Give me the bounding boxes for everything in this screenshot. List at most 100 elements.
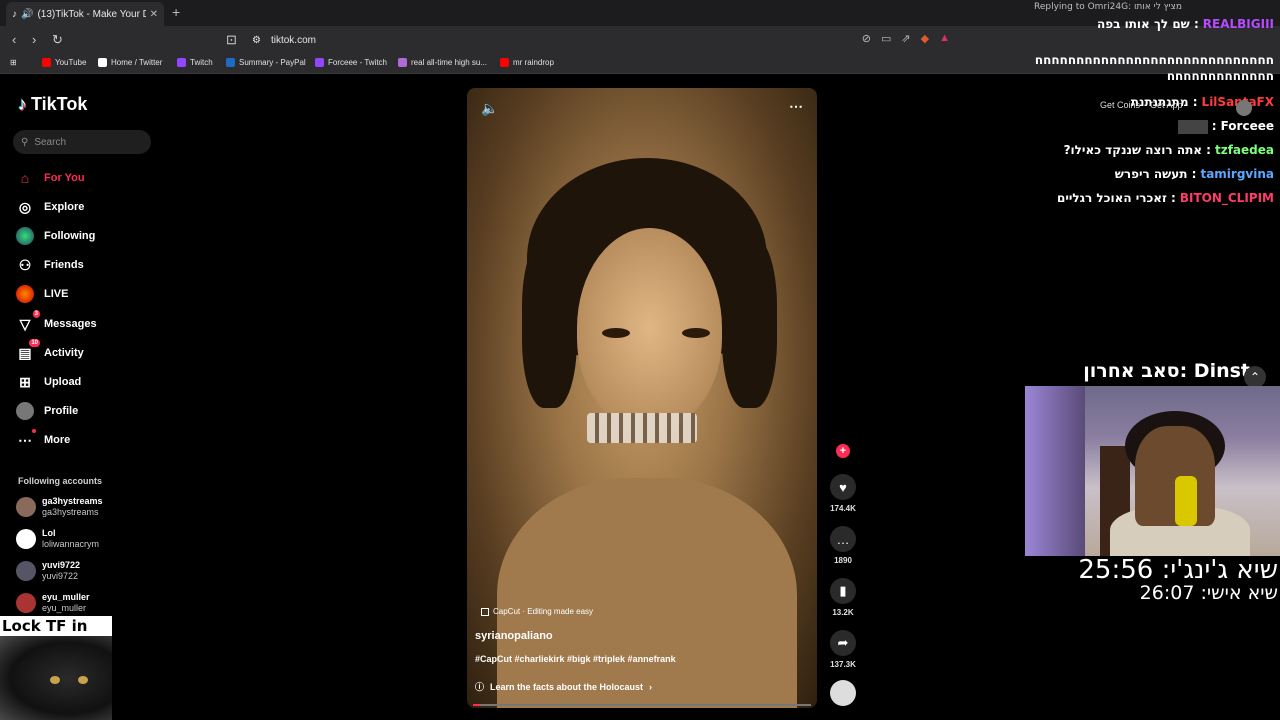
comment-count: 1890 [834,556,852,565]
apps-grid-icon[interactable]: ⊞ [10,58,17,67]
browser-tab[interactable]: ♪ 🔊 (13)TikTok - Make Your Day ✕ [6,2,164,26]
bookmark-icon[interactable]: ▮ [830,578,856,604]
search-input[interactable]: ⚲ Search [13,130,151,154]
account-handle: ga3hystreams [42,507,99,517]
chat-username: BITON_CLIPIM [1179,191,1274,205]
capcut-tag[interactable]: CapCut · Editing made easy [481,607,593,616]
bookmark-twitch[interactable]: Twitch [177,58,213,67]
account-name: yuvi9722 [42,560,81,570]
heart-icon[interactable]: ♥ [830,474,856,500]
volume-icon[interactable]: 🔈 [481,100,498,117]
site-info-icon[interactable]: ⚙ [252,35,261,46]
account-item[interactable]: Lol loliwannacrym [16,528,99,550]
like-action[interactable]: ♥ 174.4K [828,474,858,513]
cat-eye [50,676,60,684]
bookmark-icon[interactable]: ⊡ [226,32,237,48]
webcam-light [1025,386,1085,556]
chevron-right-icon: › [649,681,653,692]
chat-username: Forceee [1220,119,1274,133]
tiktok-top-actions: Get Coins Get App [1100,100,1183,110]
avatar [16,497,36,517]
nav-following[interactable]: Following [16,226,95,246]
video-figure-body [497,478,797,708]
bookmark-raindrop[interactable]: mr raindrop [500,58,554,67]
holocaust-info-link[interactable]: ⓘ Learn the facts about the Holocaust › [475,680,652,693]
account-handle: loliwannacrym [42,539,100,549]
comment-icon[interactable]: … [830,526,856,552]
nav-messages[interactable]: ▽ 3 Messages [16,310,97,334]
account-item[interactable]: eyu_muller eyu_muller [16,592,90,614]
account-handle: eyu_muller [42,603,87,613]
address-bar[interactable]: ⚙ tiktok.com [246,30,966,50]
music-disc[interactable] [828,680,858,706]
personal-timer: שיא אישי: 26:07 [1139,582,1278,604]
close-tab-icon[interactable]: ✕ [150,9,158,20]
account-item[interactable]: ga3hystreams ga3hystreams [16,496,103,518]
nav-explore[interactable]: ◎ Explore [16,197,84,217]
youtube-icon [42,58,51,67]
twitch-icon [177,58,186,67]
video-figure-mouth [587,413,697,443]
share-icon[interactable]: ⇗ [901,32,910,45]
info-icon: ⓘ [475,682,485,692]
x-icon [98,58,107,67]
account-item[interactable]: yuvi9722 yuvi9722 [16,560,80,582]
video-player[interactable]: 🔈 ⋯ CapCut · Editing made easy syrianopa… [467,88,817,708]
get-app-button[interactable]: Get App [1150,100,1183,110]
chat-text: חחחחחחחחחחחחחחחחחחחחחחחחחחחחחחחחחחחחחחחח… [1034,53,1274,83]
cast-icon[interactable]: ▭ [881,32,891,45]
chat-username: tamirgvina [1200,167,1274,181]
bookmark-youtube[interactable]: YouTube [42,58,86,67]
video-hashtags[interactable]: #CapCut #charliekirk #bigk #triplek #ann… [475,654,676,664]
emote-icon [1177,119,1208,134]
more-icon: ⋯ [16,429,36,449]
video-author[interactable]: syrianopaliano [475,630,553,642]
follow-button[interactable]: + [836,444,850,458]
nav-profile[interactable]: Profile [16,401,78,421]
reload-icon[interactable]: ↻ [52,32,63,48]
toolbar-icons: ⊘ ▭ ⇗ ◆ ▲ [862,32,950,45]
chat-text: זאכרי האוכל רגליים [1056,191,1167,205]
bookmark-all-time-high[interactable]: real all-time high su... [398,58,487,67]
bookmark-paypal[interactable]: Summary - PayPal [226,58,306,67]
nav-more[interactable]: ⋯ More [16,429,70,450]
last-sub-label: סאב אחרון: Dinst [1083,360,1250,382]
video-figure-eye [682,328,710,338]
streamer-webcam [1025,386,1280,556]
brave-shield-icon[interactable]: ◆ [921,32,929,45]
nav-upload[interactable]: ⊞ Upload [16,372,81,392]
nav-friends[interactable]: ⚇ Friends [16,255,84,275]
like-count: 174.4K [830,504,856,513]
tiktok-logo[interactable]: ♪ TikTok [18,94,87,115]
save-action[interactable]: ▮ 13.2K [828,578,858,617]
twitch-icon [315,58,324,67]
comment-action[interactable]: … 1890 [828,526,858,565]
activity-badge: 10 [29,339,40,347]
chat-message: Forceee: [1032,118,1274,134]
audio-icon[interactable]: 🔊 [21,9,33,20]
video-more-icon[interactable]: ⋯ [789,98,803,115]
music-disc-icon[interactable] [830,680,856,706]
share-action[interactable]: ➦ 137.3K [828,630,858,669]
tiktok-favicon-icon: ♪ [12,8,17,20]
get-coins-button[interactable]: Get Coins [1100,100,1140,110]
forward-icon[interactable]: › [32,32,36,47]
chat-text: אתה רוצה שננקד כאילו? [1063,143,1202,157]
new-tab-button[interactable]: + [172,4,180,20]
share-arrow-icon[interactable]: ➦ [830,630,856,656]
back-icon[interactable]: ‹ [12,32,16,47]
chevron-up-icon[interactable]: ⌃ [1244,366,1266,388]
bookmark-forceee[interactable]: Forceee - Twitch [315,58,387,67]
record-timer: שיא ג'ינג'י: 25:56 [1078,555,1278,585]
account-name: Lol [42,528,56,538]
nav-live[interactable]: LIVE [16,284,68,304]
nav-for-you[interactable]: ⌂ For You [16,168,85,188]
compass-icon: ◎ [18,198,32,215]
youtube-icon [500,58,509,67]
video-progress-bar[interactable] [473,704,811,706]
user-avatar[interactable] [1236,100,1252,116]
no-cast-icon[interactable]: ⊘ [862,32,871,45]
rewards-icon[interactable]: ▲ [939,32,950,45]
nav-activity[interactable]: ▤ 10 Activity [16,339,84,363]
bookmark-twitter[interactable]: Home / Twitter [98,58,162,67]
